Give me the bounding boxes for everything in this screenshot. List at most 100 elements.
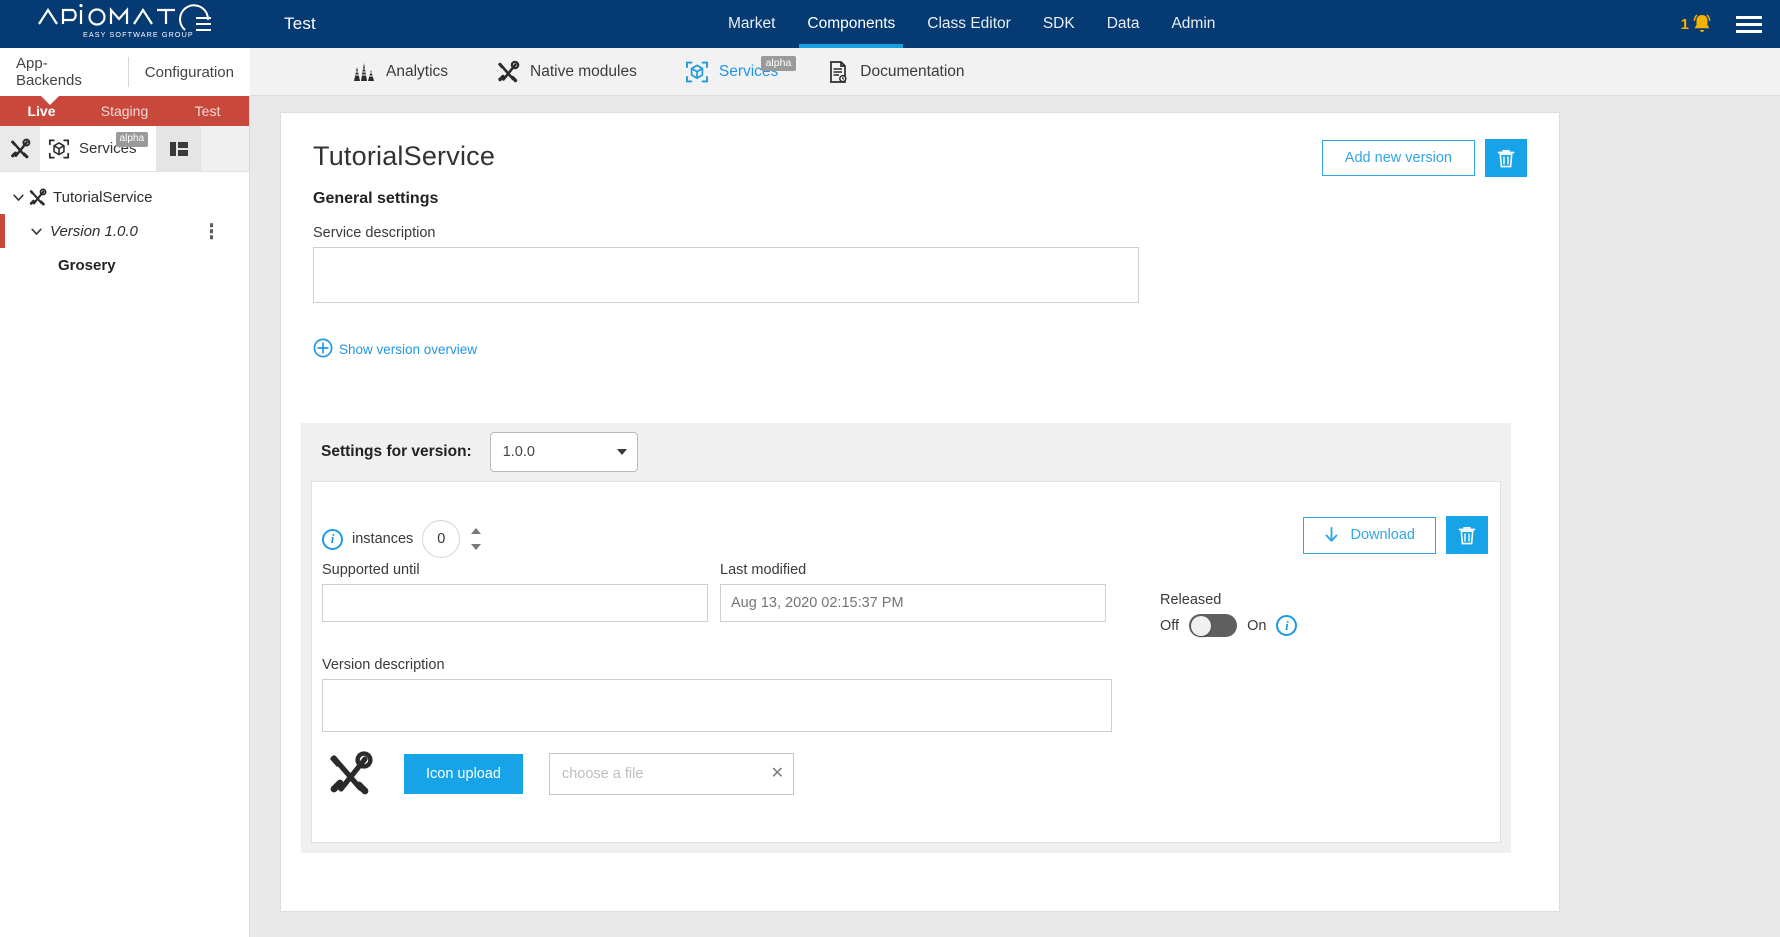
version-select[interactable]: 1.0.0 [489, 432, 638, 472]
released-toggle[interactable] [1189, 614, 1238, 637]
show-version-overview-label: Show version overview [339, 342, 478, 358]
nav-data[interactable]: Data [1091, 0, 1156, 48]
env-staging[interactable]: Staging [83, 96, 166, 126]
version-actions: Download [1302, 516, 1488, 554]
supported-until-label: Supported until [322, 562, 420, 578]
stepper-up-icon[interactable] [471, 528, 482, 534]
sidebar-panel-badge: alpha [115, 132, 148, 147]
nav-admin[interactable]: Admin [1155, 0, 1231, 48]
environment-label: Test [284, 14, 316, 33]
tools-icon [330, 751, 373, 795]
service-detail-card: TutorialService Add new version General … [280, 112, 1560, 912]
kebab-dot [209, 223, 213, 227]
info-icon-instances[interactable]: i [322, 528, 343, 550]
nav-class-editor[interactable]: Class Editor [911, 0, 1027, 48]
subnav-app-backends[interactable]: App-Backends [0, 48, 128, 96]
tree-item-module[interactable]: Grosery [0, 248, 249, 282]
chevron-down-icon[interactable] [26, 225, 46, 238]
service-actions: Add new version [1321, 139, 1527, 177]
active-version-marker [0, 214, 5, 248]
sidebar-native-modules-button[interactable] [0, 126, 40, 171]
download-button[interactable]: Download [1302, 516, 1436, 554]
close-icon[interactable]: ✕ [771, 766, 784, 782]
analytics-icon [354, 63, 374, 81]
icon-upload-button[interactable]: Icon upload [404, 754, 523, 794]
version-description-input[interactable] [322, 679, 1112, 732]
released-field: Released Off On i [1160, 592, 1298, 637]
add-new-version-button[interactable]: Add new version [1321, 140, 1475, 176]
tree-item-service[interactable]: TutorialService [0, 180, 249, 214]
sidebar-layout-toggle[interactable] [156, 126, 201, 171]
tab-services-badge: alpha [760, 56, 797, 72]
instances-input[interactable]: 0 [422, 520, 461, 558]
subnav-left-group: App-Backends Configuration [0, 48, 250, 96]
last-modified-input[interactable] [720, 584, 1106, 622]
version-settings-panel: Settings for version: 1.0.0 i instances … [301, 423, 1511, 853]
tools-icon [498, 60, 520, 83]
document-icon [830, 61, 847, 83]
notifications-button[interactable]: 1 [1681, 12, 1714, 36]
component-tabs: Analytics Native modules Services alpha … [328, 48, 989, 96]
sidebar: Live Staging Test Services alpha Tutoria… [0, 96, 250, 937]
tab-analytics[interactable]: Analytics [328, 48, 472, 96]
tree-service-label: TutorialService [53, 188, 153, 206]
sidebar-services-button[interactable]: Services alpha [40, 126, 156, 171]
tree-item-version[interactable]: Version 1.0.0 [0, 214, 249, 248]
layout-grid-icon [169, 141, 188, 156]
tools-icon [29, 188, 47, 206]
tree-version-label: Version 1.0.0 [50, 222, 138, 240]
tab-native-modules[interactable]: Native modules [472, 48, 661, 96]
file-chooser-field[interactable]: choose a file ✕ [548, 753, 794, 795]
main-canvas: TutorialService Add new version General … [250, 96, 1780, 937]
plus-circle-icon [313, 338, 333, 358]
tab-native-modules-label: Native modules [530, 63, 637, 80]
env-test[interactable]: Test [166, 96, 249, 126]
released-on-label: On [1247, 617, 1267, 634]
notification-count: 1 [1680, 15, 1689, 33]
nav-sdk[interactable]: SDK [1027, 0, 1091, 48]
tools-icon [10, 138, 31, 158]
nav-market[interactable]: Market [712, 0, 791, 48]
file-chooser-placeholder: choose a file [561, 766, 644, 782]
main-nav: Market Components Class Editor SDK Data … [712, 0, 1231, 48]
supported-until-field: Supported until [322, 562, 708, 622]
last-modified-label: Last modified [720, 562, 807, 578]
tab-analytics-label: Analytics [386, 63, 449, 80]
stepper-down-icon[interactable] [471, 544, 482, 550]
chevron-down-icon [616, 449, 627, 455]
supported-until-input[interactable] [322, 584, 708, 622]
bell-icon [1693, 14, 1711, 32]
nav-components[interactable]: Components [791, 0, 911, 48]
sub-header: App-Backends Configuration Analytics Nat… [0, 48, 1780, 96]
tab-documentation[interactable]: Documentation [802, 48, 988, 96]
hamburger-line [1736, 29, 1762, 33]
sidebar-header-filler [201, 126, 249, 171]
header-actions: 1 [1681, 0, 1762, 48]
download-label: Download [1350, 527, 1416, 543]
subnav-configuration[interactable]: Configuration [129, 48, 250, 96]
chevron-down-icon[interactable] [8, 191, 28, 204]
show-version-overview-button[interactable]: Show version overview [313, 338, 1527, 358]
service-description-input[interactable] [313, 247, 1139, 303]
version-settings-body: i instances 0 Download Supported until L… [311, 481, 1501, 843]
tab-services[interactable]: Services alpha [661, 48, 802, 96]
instances-label: instances [352, 531, 414, 547]
delete-version-button[interactable] [1446, 516, 1488, 554]
toggle-knob [1190, 615, 1211, 636]
trash-icon [1458, 526, 1476, 544]
version-options-menu-icon[interactable] [209, 223, 213, 239]
instances-row: i instances 0 [322, 520, 482, 558]
cube-scan-icon [685, 61, 708, 83]
apiomat-logo[interactable]: EASY SOFTWARE GROUP [0, 0, 250, 48]
instances-stepper [471, 528, 482, 550]
info-icon-released[interactable]: i [1276, 615, 1298, 636]
svg-text:EASY SOFTWARE GROUP: EASY SOFTWARE GROUP [83, 30, 194, 39]
icon-upload-row: Icon upload choose a file ✕ [322, 750, 794, 798]
top-header: EASY SOFTWARE GROUP Test Market Componen… [0, 0, 1780, 48]
delete-service-button[interactable] [1485, 139, 1527, 177]
hamburger-menu-button[interactable] [1736, 15, 1762, 33]
released-off-label: Off [1160, 617, 1180, 634]
tab-documentation-label: Documentation [860, 63, 965, 80]
version-description-field: Version description [322, 657, 1112, 737]
trash-icon [1497, 149, 1515, 167]
